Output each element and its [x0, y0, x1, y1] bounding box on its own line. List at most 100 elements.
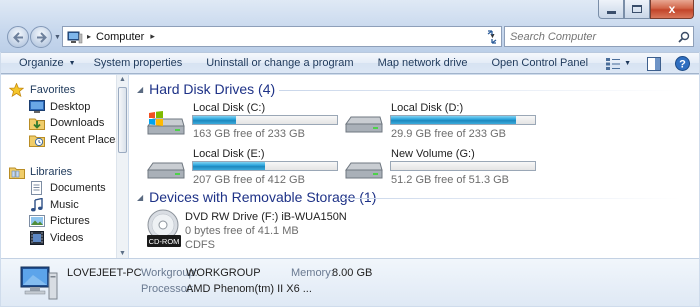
- music-icon: [29, 197, 45, 212]
- breadcrumb-chevron-icon[interactable]: ▸: [150, 31, 155, 42]
- nav-favorites[interactable]: Favorites: [8, 82, 76, 98]
- maximize-button[interactable]: [624, 0, 650, 19]
- collapse-group-icon[interactable]: ◢: [137, 85, 143, 94]
- uninstall-program-button[interactable]: Uninstall or change a program: [192, 57, 363, 69]
- nav-item-label: Documents: [50, 182, 106, 194]
- svg-text:?: ?: [679, 59, 686, 71]
- nav-item-recent-places[interactable]: Recent Places: [29, 133, 121, 147]
- hard-drive-icon: [145, 146, 185, 186]
- nav-item-desktop[interactable]: Desktop: [29, 100, 90, 114]
- command-bar: Organize ▼ System properties Uninstall o…: [1, 52, 699, 74]
- hard-drive-icon: [343, 100, 383, 140]
- drive-g[interactable]: New Volume (G:) 51.2 GB free of 51.3 GB: [343, 146, 543, 186]
- search-input[interactable]: [505, 30, 675, 43]
- map-network-drive-label: Map network drive: [377, 57, 468, 69]
- breadcrumb-computer[interactable]: Computer: [96, 31, 144, 43]
- scrollbar-thumb[interactable]: [118, 87, 127, 153]
- scroll-up-icon[interactable]: ▲: [119, 76, 126, 83]
- group-divider: [341, 198, 681, 199]
- favorites-star-icon: [8, 82, 25, 98]
- details-pane: LOVEJEET-PC Workgroup: WORKGROUP Memory:…: [1, 258, 699, 306]
- dvd-drive[interactable]: CD-ROM DVD RW Drive (F:) iB-WUA150N 0 by…: [145, 206, 385, 258]
- drive-usage-bar: [390, 161, 536, 171]
- back-button[interactable]: [7, 26, 29, 48]
- removable-storage-group-title: Devices with Removable Storage (1): [149, 189, 377, 205]
- close-button[interactable]: x: [650, 0, 694, 19]
- memory-value: 8.00 GB: [332, 267, 373, 279]
- drive-free-space: 207 GB free of 412 GB: [193, 174, 305, 186]
- drive-usage-fill: [391, 116, 517, 124]
- drive-name: Local Disk (E:): [193, 148, 265, 160]
- nav-item-label: Downloads: [50, 117, 105, 129]
- content-pane: ◢ Hard Disk Drives (4) Local Disk (C:) 1…: [129, 75, 699, 258]
- minimize-button[interactable]: [598, 0, 624, 19]
- drive-free-space: 51.2 GB free of 51.3 GB: [391, 174, 510, 186]
- nav-item-videos[interactable]: Videos: [29, 231, 83, 245]
- nav-item-label: Recent Places: [50, 134, 121, 146]
- address-bar[interactable]: ▸ Computer ▸ ▼: [62, 26, 502, 47]
- navigation-pane-scrollbar[interactable]: ▲ ▼: [116, 75, 128, 258]
- nav-item-downloads[interactable]: Downloads: [29, 116, 104, 130]
- search-icon[interactable]: [675, 31, 693, 43]
- drive-c[interactable]: Local Disk (C:) 163 GB free of 233 GB: [145, 100, 345, 140]
- search-box[interactable]: [504, 26, 694, 47]
- group-divider: [279, 90, 679, 91]
- nav-item-pictures[interactable]: Pictures: [29, 214, 90, 228]
- help-button[interactable]: ?: [671, 54, 693, 73]
- open-control-panel-button[interactable]: Open Control Panel: [477, 57, 598, 69]
- cd-rom-label: CD-ROM: [149, 237, 180, 246]
- downloads-icon: [29, 116, 45, 130]
- refresh-icon: [487, 29, 497, 44]
- device-name: DVD RW Drive (F:) iB-WUA150N: [185, 211, 347, 223]
- breadcrumb-root-chevron-icon[interactable]: ▸: [87, 32, 91, 41]
- change-view-button[interactable]: ▼: [600, 57, 637, 70]
- maximize-icon: [632, 5, 642, 13]
- nav-item-label: Desktop: [50, 101, 91, 113]
- hard-drive-icon: [343, 146, 383, 186]
- forward-button[interactable]: [30, 26, 52, 48]
- device-filesystem: CDFS: [185, 239, 215, 251]
- nav-libraries[interactable]: Libraries: [9, 165, 72, 179]
- navigation-buttons: ▼: [6, 25, 62, 49]
- nav-libraries-label: Libraries: [30, 166, 73, 178]
- cd-rom-icon: CD-ROM: [145, 208, 185, 250]
- close-icon: x: [668, 2, 676, 16]
- drive-name: Local Disk (D:): [391, 102, 464, 114]
- explorer-window: x ▼ ▸ Computer ▸ ▼ Search Computer Organ…: [0, 0, 700, 307]
- removable-storage-group-header[interactable]: ◢ Devices with Removable Storage (1): [137, 189, 376, 205]
- navigation-pane: Favorites Desktop Downloads Recent Place…: [1, 75, 128, 258]
- documents-icon: [29, 181, 45, 195]
- drive-d[interactable]: Local Disk (D:) 29.9 GB free of 233 GB: [343, 100, 543, 140]
- drive-free-space: 29.9 GB free of 233 GB: [391, 128, 506, 140]
- drive-usage-fill: [193, 162, 265, 170]
- nav-item-documents[interactable]: Documents: [29, 181, 106, 195]
- minimize-icon: [606, 10, 616, 14]
- collapse-group-icon[interactable]: ◢: [137, 193, 143, 202]
- refresh-button[interactable]: [482, 26, 502, 47]
- preview-pane-icon: [647, 56, 661, 71]
- drive-name: Local Disk (C:): [193, 102, 266, 114]
- nav-item-music[interactable]: Music: [29, 197, 79, 212]
- view-dropdown-icon: ▼: [624, 60, 631, 67]
- organize-button[interactable]: Organize ▼: [1, 57, 86, 69]
- system-properties-button[interactable]: System properties: [86, 57, 193, 69]
- system-properties-label: System properties: [93, 57, 183, 69]
- back-arrow-icon: [13, 32, 23, 43]
- map-network-drive-button[interactable]: Map network drive: [364, 57, 478, 69]
- preview-pane-button[interactable]: [643, 54, 665, 73]
- hard-disk-group-header[interactable]: ◢ Hard Disk Drives (4): [137, 81, 275, 97]
- nav-item-label: Videos: [50, 232, 84, 244]
- pictures-icon: [29, 214, 45, 228]
- drive-name: New Volume (G:): [391, 148, 475, 160]
- drive-usage-bar: [390, 115, 536, 125]
- nav-favorites-label: Favorites: [30, 84, 76, 96]
- libraries-icon: [9, 165, 25, 179]
- recent-pages-dropdown-icon[interactable]: ▼: [54, 34, 61, 41]
- scroll-down-icon[interactable]: ▼: [119, 250, 126, 257]
- desktop-icon: [29, 100, 45, 114]
- os-drive-icon: [145, 100, 185, 140]
- drive-e[interactable]: Local Disk (E:) 207 GB free of 412 GB: [145, 146, 345, 186]
- view-tiles-icon: [606, 57, 621, 70]
- device-free-space: 0 bytes free of 41.1 MB: [185, 225, 299, 237]
- drive-usage-bar: [192, 115, 338, 125]
